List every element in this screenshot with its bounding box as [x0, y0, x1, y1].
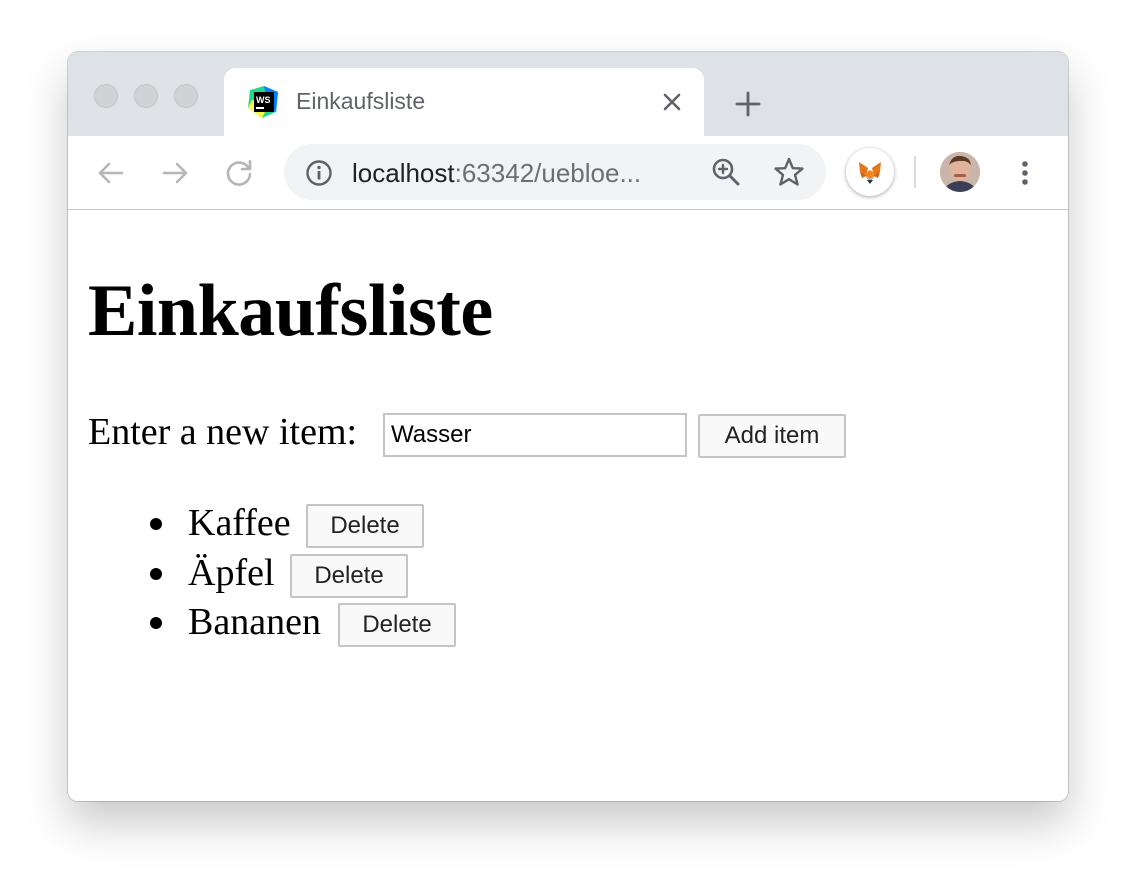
- webstorm-icon: WS: [248, 86, 278, 118]
- tab-strip: WS Einkaufsliste: [68, 52, 1068, 136]
- bullet-icon: [150, 568, 162, 580]
- delete-button[interactable]: Delete: [338, 603, 456, 647]
- window-maximize-button[interactable]: [174, 84, 198, 108]
- toolbar-separator: [914, 156, 916, 188]
- reload-icon[interactable]: [222, 156, 256, 190]
- url-path: :63342/uebloe...: [454, 158, 642, 188]
- url-host: localhost: [352, 158, 455, 188]
- new-item-input[interactable]: [383, 413, 687, 457]
- bullet-icon: [150, 617, 162, 629]
- star-icon[interactable]: [772, 155, 806, 189]
- item-label: Kaffee: [188, 502, 291, 544]
- kebab-menu-icon[interactable]: [1008, 156, 1042, 190]
- window-close-button[interactable]: [94, 84, 118, 108]
- plus-icon[interactable]: [732, 88, 764, 120]
- add-item-button[interactable]: Add item: [698, 414, 846, 458]
- profile-photo: [940, 152, 980, 192]
- bullet-icon: [150, 518, 162, 530]
- svg-text:WS: WS: [256, 95, 271, 105]
- delete-button[interactable]: Delete: [290, 554, 408, 598]
- address-bar[interactable]: localhost:63342/uebloe...: [284, 144, 826, 200]
- page-content: Einkaufsliste Enter a new item: Add item…: [68, 210, 1068, 801]
- info-icon[interactable]: [304, 158, 334, 188]
- page-title: Einkaufsliste: [88, 270, 493, 352]
- browser-window: WS Einkaufsliste localhost:63342/uebloe.…: [68, 52, 1068, 801]
- browser-toolbar: localhost:63342/uebloe...: [68, 136, 1068, 210]
- url-text[interactable]: localhost:63342/uebloe...: [352, 158, 641, 189]
- zoom-icon[interactable]: [710, 156, 742, 188]
- arrow-right-icon[interactable]: [158, 156, 192, 190]
- item-label: Äpfel: [188, 552, 275, 594]
- arrow-left-icon[interactable]: [94, 156, 128, 190]
- window-minimize-button[interactable]: [134, 84, 158, 108]
- extension-button[interactable]: [846, 148, 894, 196]
- metamask-fox-icon: [859, 162, 881, 184]
- close-icon[interactable]: [658, 88, 686, 116]
- tab-einkaufsliste[interactable]: WS Einkaufsliste: [224, 68, 704, 136]
- tab-title: Einkaufsliste: [296, 88, 426, 114]
- delete-button[interactable]: Delete: [306, 504, 424, 548]
- new-item-label: Enter a new item:: [88, 411, 358, 453]
- avatar[interactable]: [940, 152, 980, 192]
- item-label: Bananen: [188, 601, 321, 643]
